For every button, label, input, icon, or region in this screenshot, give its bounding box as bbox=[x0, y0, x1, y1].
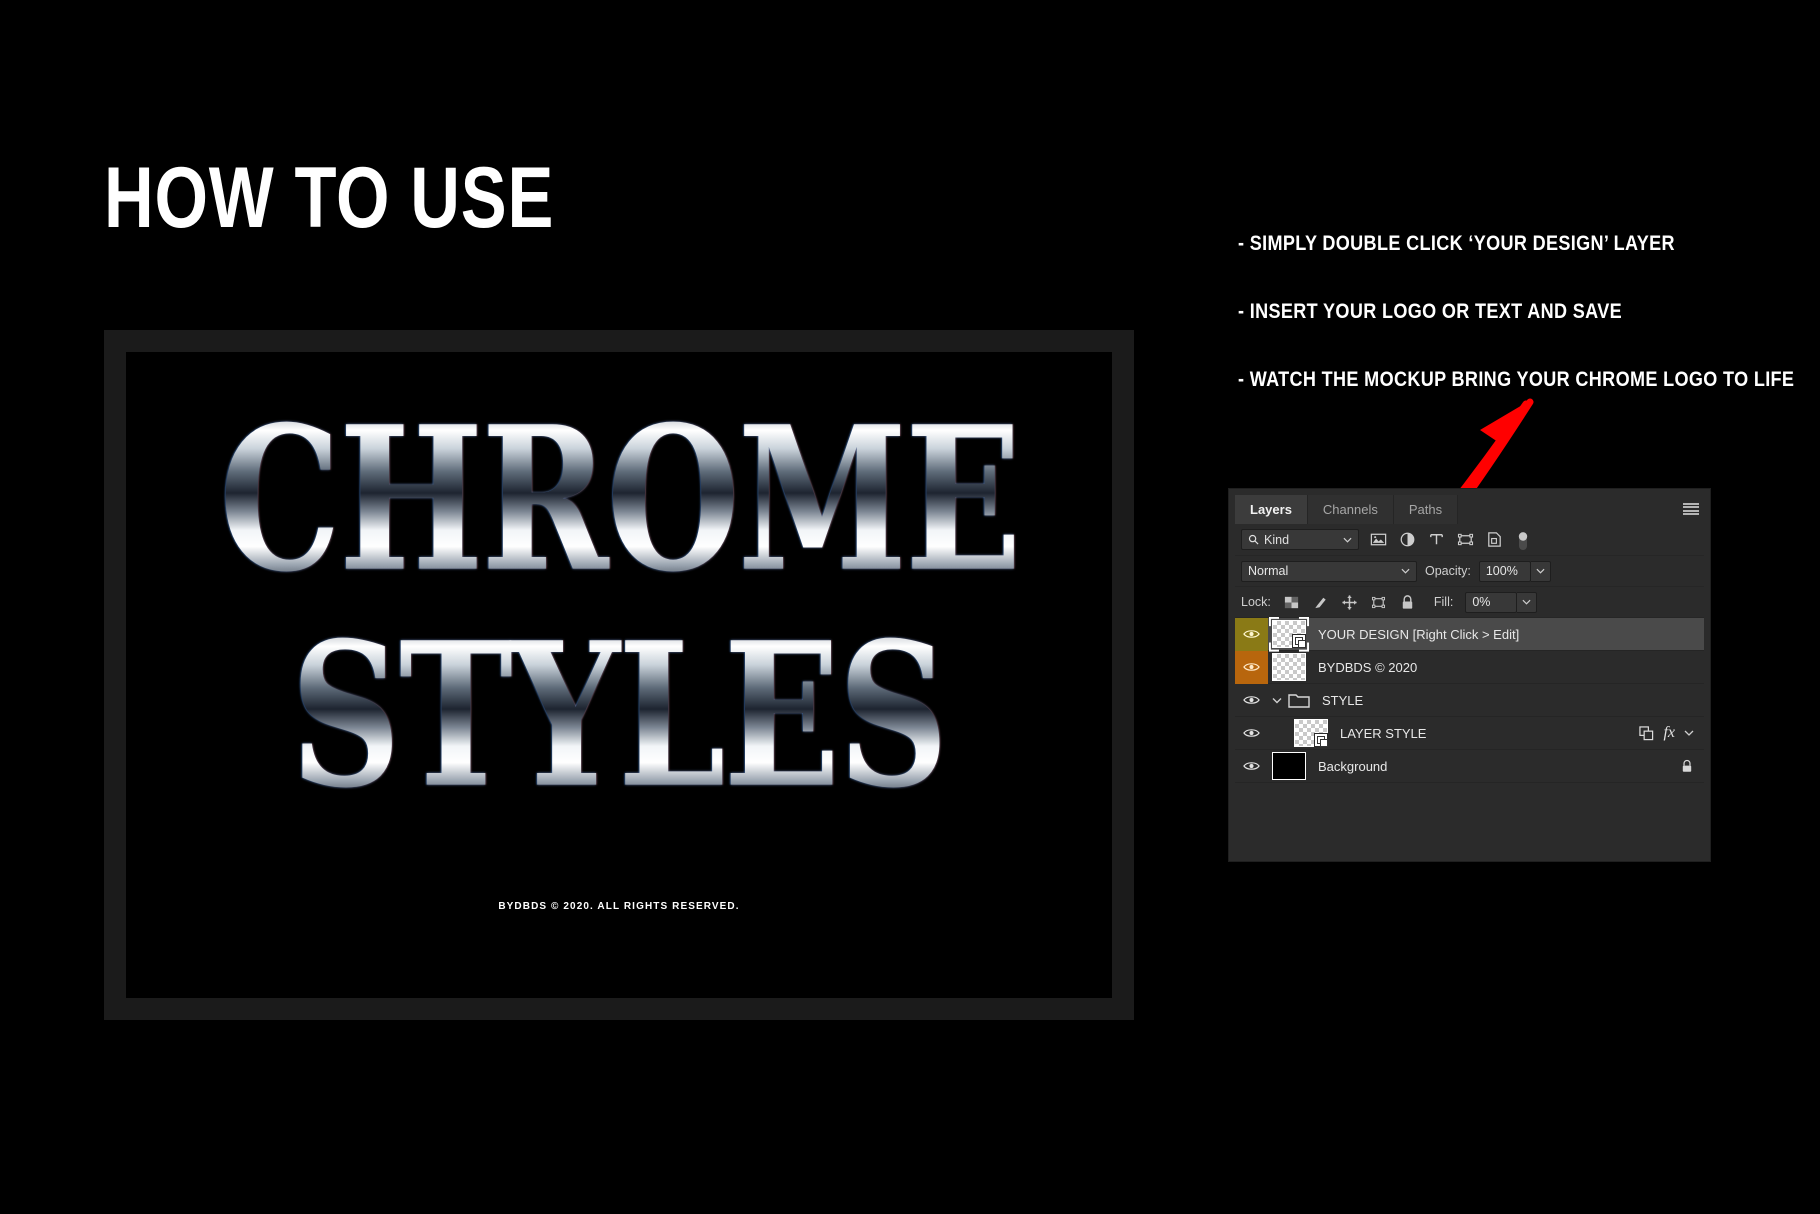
layer-effects-icon[interactable] bbox=[1639, 725, 1654, 741]
shape-layer-filter-icon[interactable] bbox=[1456, 530, 1475, 549]
blend-mode-select[interactable]: Normal bbox=[1241, 560, 1417, 582]
layer-thumbnail[interactable] bbox=[1272, 653, 1306, 681]
smart-object-badge-icon bbox=[1314, 733, 1328, 747]
instruction-item: - WATCH THE MOCKUP BRING YOUR CHROME LOG… bbox=[1238, 368, 1795, 391]
layer-name: BYDBDS © 2020 bbox=[1318, 659, 1418, 675]
layer-row[interactable]: Background bbox=[1235, 750, 1704, 783]
eye-icon bbox=[1243, 696, 1260, 704]
layer-name: Background bbox=[1318, 758, 1388, 774]
folder-icon bbox=[1288, 693, 1310, 708]
layer-row[interactable]: STYLE bbox=[1235, 684, 1704, 717]
fill-label: Fill: bbox=[1433, 595, 1454, 609]
chevron-down-icon bbox=[1401, 568, 1410, 574]
artwork-frame: CHROME STYLES BYDBDS © 2020. ALL RIGHTS … bbox=[104, 330, 1134, 1020]
eye-icon bbox=[1243, 762, 1260, 770]
layer-thumbnail[interactable] bbox=[1269, 617, 1309, 652]
layer-thumbnail[interactable] bbox=[1294, 719, 1328, 747]
artwork-canvas: CHROME STYLES BYDBDS © 2020. ALL RIGHTS … bbox=[126, 352, 1112, 998]
instruction-item: - SIMPLY DOUBLE CLICK ‘YOUR DESIGN’ LAYE… bbox=[1238, 232, 1675, 255]
page-title: HOW TO USE bbox=[104, 150, 555, 246]
lock-row[interactable]: Lock: Fill: 0% bbox=[1235, 587, 1704, 618]
artwork-caption: BYDBDS © 2020. ALL RIGHTS RESERVED. bbox=[498, 901, 740, 912]
eye-icon bbox=[1243, 663, 1260, 671]
layer-visibility-toggle[interactable] bbox=[1235, 717, 1268, 750]
chrome-text-line-1: CHROME bbox=[218, 383, 1022, 617]
lock-label: Lock: bbox=[1241, 595, 1271, 609]
opacity-input[interactable]: 100% bbox=[1478, 560, 1531, 582]
instruction-item: - INSERT YOUR LOGO OR TEXT AND SAVE bbox=[1238, 300, 1622, 323]
opacity-stepper[interactable] bbox=[1530, 560, 1551, 582]
kind-filter-label: Kind bbox=[1264, 532, 1290, 547]
layer-list[interactable]: YOUR DESIGN [Right Click > Edit] BYDBDS … bbox=[1235, 617, 1704, 783]
photoshop-layers-panel[interactable]: Layers Channels Paths Kind Normal Opacit… bbox=[1228, 488, 1711, 862]
layer-name: STYLE bbox=[1322, 692, 1364, 708]
chevron-down-icon[interactable] bbox=[1684, 730, 1694, 736]
type-layer-filter-icon[interactable] bbox=[1427, 530, 1446, 549]
instructions-list: - SIMPLY DOUBLE CLICK ‘YOUR DESIGN’ LAYE… bbox=[1238, 232, 1798, 436]
blend-mode-row[interactable]: Normal Opacity: 100% bbox=[1235, 556, 1704, 587]
lock-transparent-pixels-icon[interactable] bbox=[1283, 594, 1300, 611]
layer-visibility-toggle[interactable] bbox=[1235, 684, 1268, 717]
panel-tab-bar[interactable]: Layers Channels Paths bbox=[1235, 495, 1704, 524]
fill-stepper[interactable] bbox=[1517, 591, 1538, 613]
layer-visibility-toggle[interactable] bbox=[1235, 650, 1268, 684]
chevron-down-icon bbox=[1536, 568, 1545, 574]
opacity-label: Opacity: bbox=[1425, 564, 1471, 578]
smart-object-filter-icon[interactable] bbox=[1485, 530, 1504, 549]
layer-filter-row[interactable]: Kind bbox=[1235, 524, 1704, 556]
lock-position-icon[interactable] bbox=[1341, 594, 1358, 611]
chevron-down-icon bbox=[1522, 599, 1531, 605]
tab-layers[interactable]: Layers bbox=[1235, 495, 1308, 524]
fx-label[interactable]: fx bbox=[1663, 724, 1675, 742]
lock-image-pixels-icon[interactable] bbox=[1312, 594, 1329, 611]
lock-all-icon[interactable] bbox=[1399, 594, 1416, 611]
fill-input[interactable]: 0% bbox=[1465, 591, 1518, 613]
chevron-down-icon[interactable] bbox=[1272, 697, 1282, 704]
eye-icon bbox=[1243, 630, 1260, 638]
adjustment-layer-filter-icon[interactable] bbox=[1398, 530, 1417, 549]
eye-icon bbox=[1243, 729, 1260, 737]
layer-visibility-toggle[interactable] bbox=[1235, 617, 1268, 651]
chrome-text-line-2: STYLES bbox=[290, 599, 949, 833]
tab-channels[interactable]: Channels bbox=[1307, 495, 1394, 524]
chevron-down-icon bbox=[1343, 537, 1352, 543]
pixel-layer-filter-icon[interactable] bbox=[1369, 530, 1388, 549]
chrome-text-artwork: CHROME STYLES bbox=[126, 384, 1112, 832]
layer-row[interactable]: YOUR DESIGN [Right Click > Edit] bbox=[1235, 617, 1704, 652]
lock-artboard-nesting-icon[interactable] bbox=[1370, 594, 1387, 611]
hamburger-icon[interactable] bbox=[1682, 501, 1700, 517]
tab-paths[interactable]: Paths bbox=[1393, 495, 1459, 524]
blend-mode-value: Normal bbox=[1248, 564, 1289, 578]
kind-filter-select[interactable]: Kind bbox=[1241, 529, 1359, 550]
layer-thumbnail[interactable] bbox=[1272, 752, 1306, 780]
smart-object-badge-icon bbox=[1292, 634, 1306, 648]
layer-name: YOUR DESIGN [Right Click > Edit] bbox=[1318, 626, 1520, 642]
layer-row[interactable]: BYDBDS © 2020 bbox=[1235, 650, 1704, 684]
layer-visibility-toggle[interactable] bbox=[1235, 750, 1268, 783]
layer-name: LAYER STYLE bbox=[1340, 725, 1427, 741]
search-icon bbox=[1248, 534, 1259, 545]
layer-row[interactable]: LAYER STYLE fx bbox=[1235, 717, 1704, 750]
lock-icon[interactable] bbox=[1680, 759, 1694, 774]
filter-toggle-switch[interactable] bbox=[1516, 530, 1535, 550]
